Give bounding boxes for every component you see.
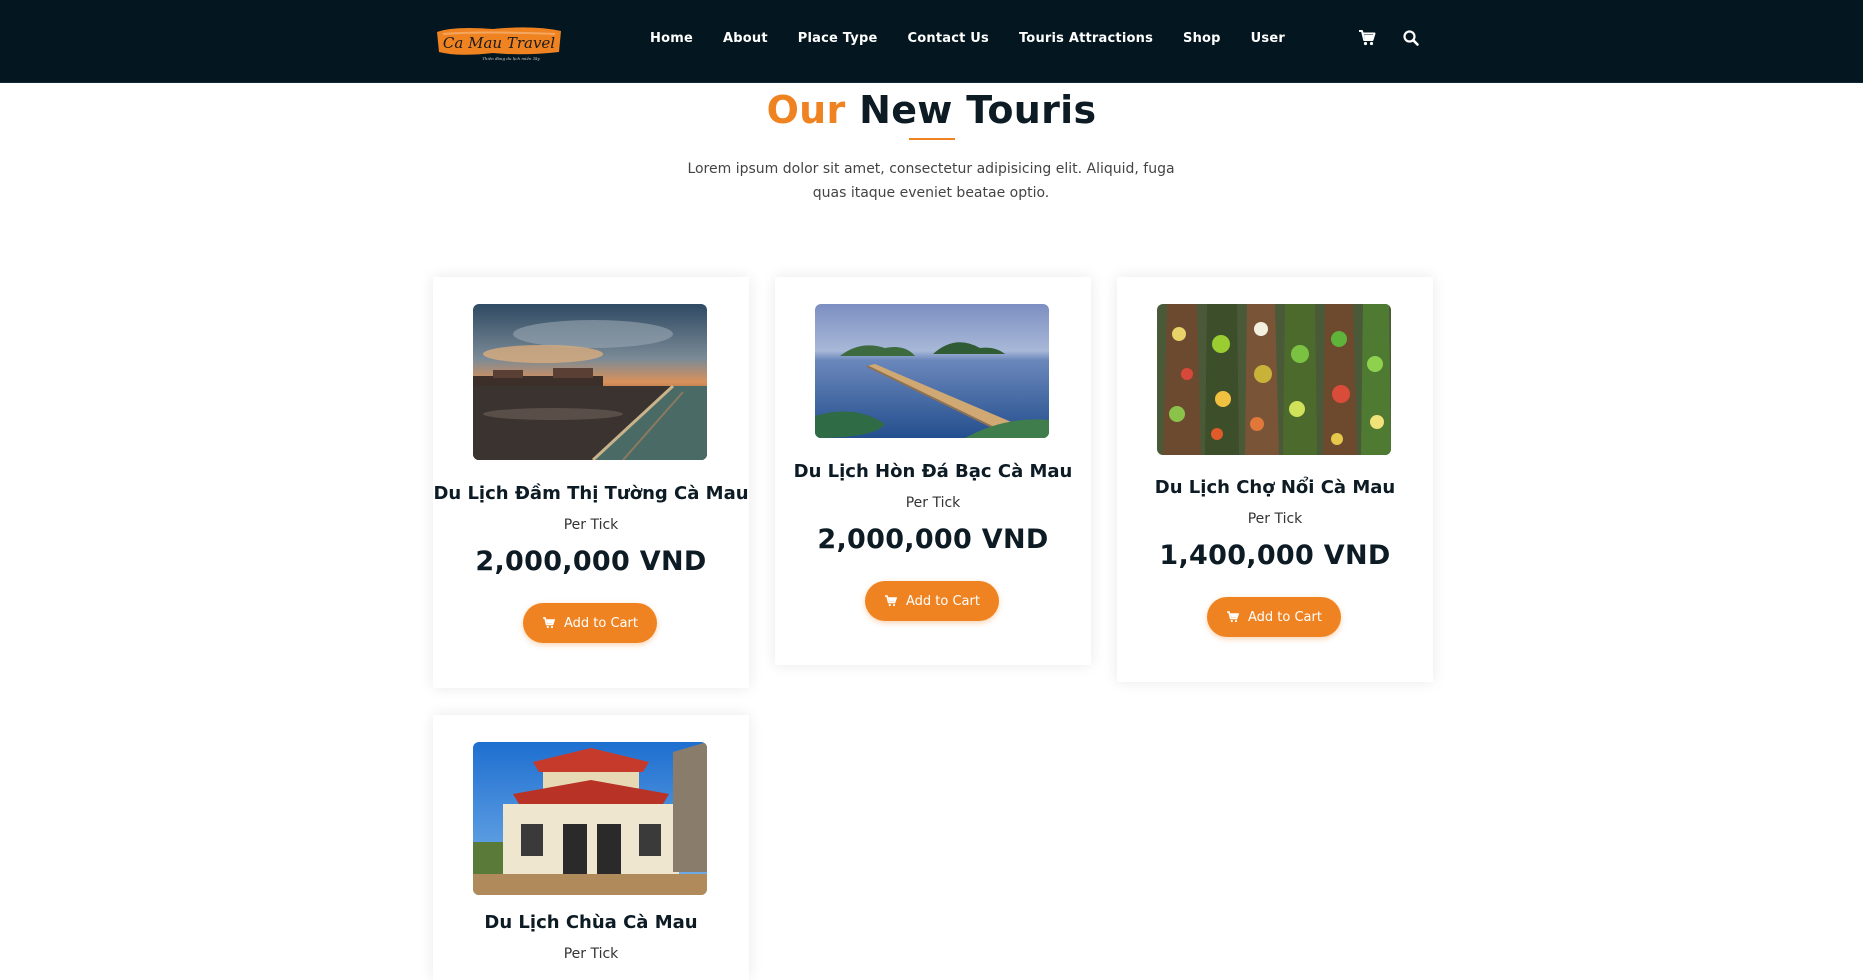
- section-title: Our New Touris: [0, 88, 1863, 132]
- island-bridge-photo[interactable]: [815, 304, 1049, 438]
- cart-icon[interactable]: [1357, 28, 1377, 48]
- add-to-cart-label: Add to Cart: [1248, 609, 1322, 625]
- title-accent: Our: [766, 88, 846, 132]
- nav-contact-us[interactable]: Contact Us: [908, 31, 989, 46]
- nav-about[interactable]: About: [723, 31, 768, 46]
- lagoon-sunset-photo[interactable]: [473, 304, 707, 460]
- nav-home[interactable]: Home: [650, 31, 693, 46]
- logo-text: Ca Mau Travel: [443, 34, 555, 52]
- product-title[interactable]: Du Lịch Chợ Nổi Cà Mau: [1117, 477, 1433, 498]
- product-card: Du Lịch Chợ Nổi Cà Mau Per Tick 1,400,00…: [1117, 277, 1433, 682]
- product-card: Du Lịch Hòn Đá Bạc Cà Mau Per Tick 2,000…: [775, 277, 1091, 665]
- add-to-cart-label: Add to Cart: [564, 615, 638, 631]
- add-to-cart-button[interactable]: Add to Cart: [523, 603, 657, 643]
- search-icon[interactable]: [1401, 28, 1421, 48]
- nav-shop[interactable]: Shop: [1183, 31, 1221, 46]
- add-to-cart-button[interactable]: Add to Cart: [1207, 597, 1341, 637]
- cart-icon: [884, 594, 898, 608]
- cart-icon: [1226, 610, 1240, 624]
- add-to-cart-label: Add to Cart: [906, 593, 980, 609]
- product-card: Du Lịch Đầm Thị Tường Cà Mau Per Tick 2,…: [433, 277, 749, 688]
- product-card: Du Lịch Chùa Cà Mau Per Tick: [433, 715, 749, 980]
- product-title[interactable]: Du Lịch Hòn Đá Bạc Cà Mau: [775, 461, 1091, 482]
- product-title[interactable]: Du Lịch Chùa Cà Mau: [433, 912, 749, 933]
- nav-touris-attractions[interactable]: Touris Attractions: [1019, 31, 1153, 46]
- product-unit: Per Tick: [563, 517, 619, 533]
- product-title[interactable]: Du Lịch Đầm Thị Tường Cà Mau: [433, 483, 749, 504]
- product-unit: Per Tick: [1247, 511, 1303, 527]
- product-unit: Per Tick: [905, 495, 961, 511]
- main-nav: Home About Place Type Contact Us Touris …: [650, 0, 1315, 76]
- product-price: 2,000,000 VND: [475, 546, 707, 577]
- product-price: 1,400,000 VND: [1159, 540, 1391, 571]
- product-unit: Per Tick: [563, 946, 619, 962]
- pagoda-photo[interactable]: [473, 742, 707, 895]
- add-to-cart-button[interactable]: Add to Cart: [865, 581, 999, 621]
- cart-icon: [542, 616, 556, 630]
- nav-place-type[interactable]: Place Type: [798, 31, 878, 46]
- logo-tagline: Thiên đàng du lịch miền Tây: [482, 56, 540, 61]
- title-underline: [909, 138, 955, 140]
- top-navbar: Ca Mau Travel Thiên đàng du lịch miền Tâ…: [0, 0, 1863, 83]
- site-logo[interactable]: Ca Mau Travel Thiên đàng du lịch miền Tâ…: [433, 22, 565, 62]
- floating-market-photo[interactable]: [1157, 304, 1391, 455]
- title-main: New Touris: [859, 88, 1097, 132]
- nav-user[interactable]: User: [1251, 31, 1285, 46]
- product-price: 2,000,000 VND: [817, 524, 1049, 555]
- section-description: Lorem ipsum dolor sit amet, consectetur …: [687, 161, 1175, 201]
